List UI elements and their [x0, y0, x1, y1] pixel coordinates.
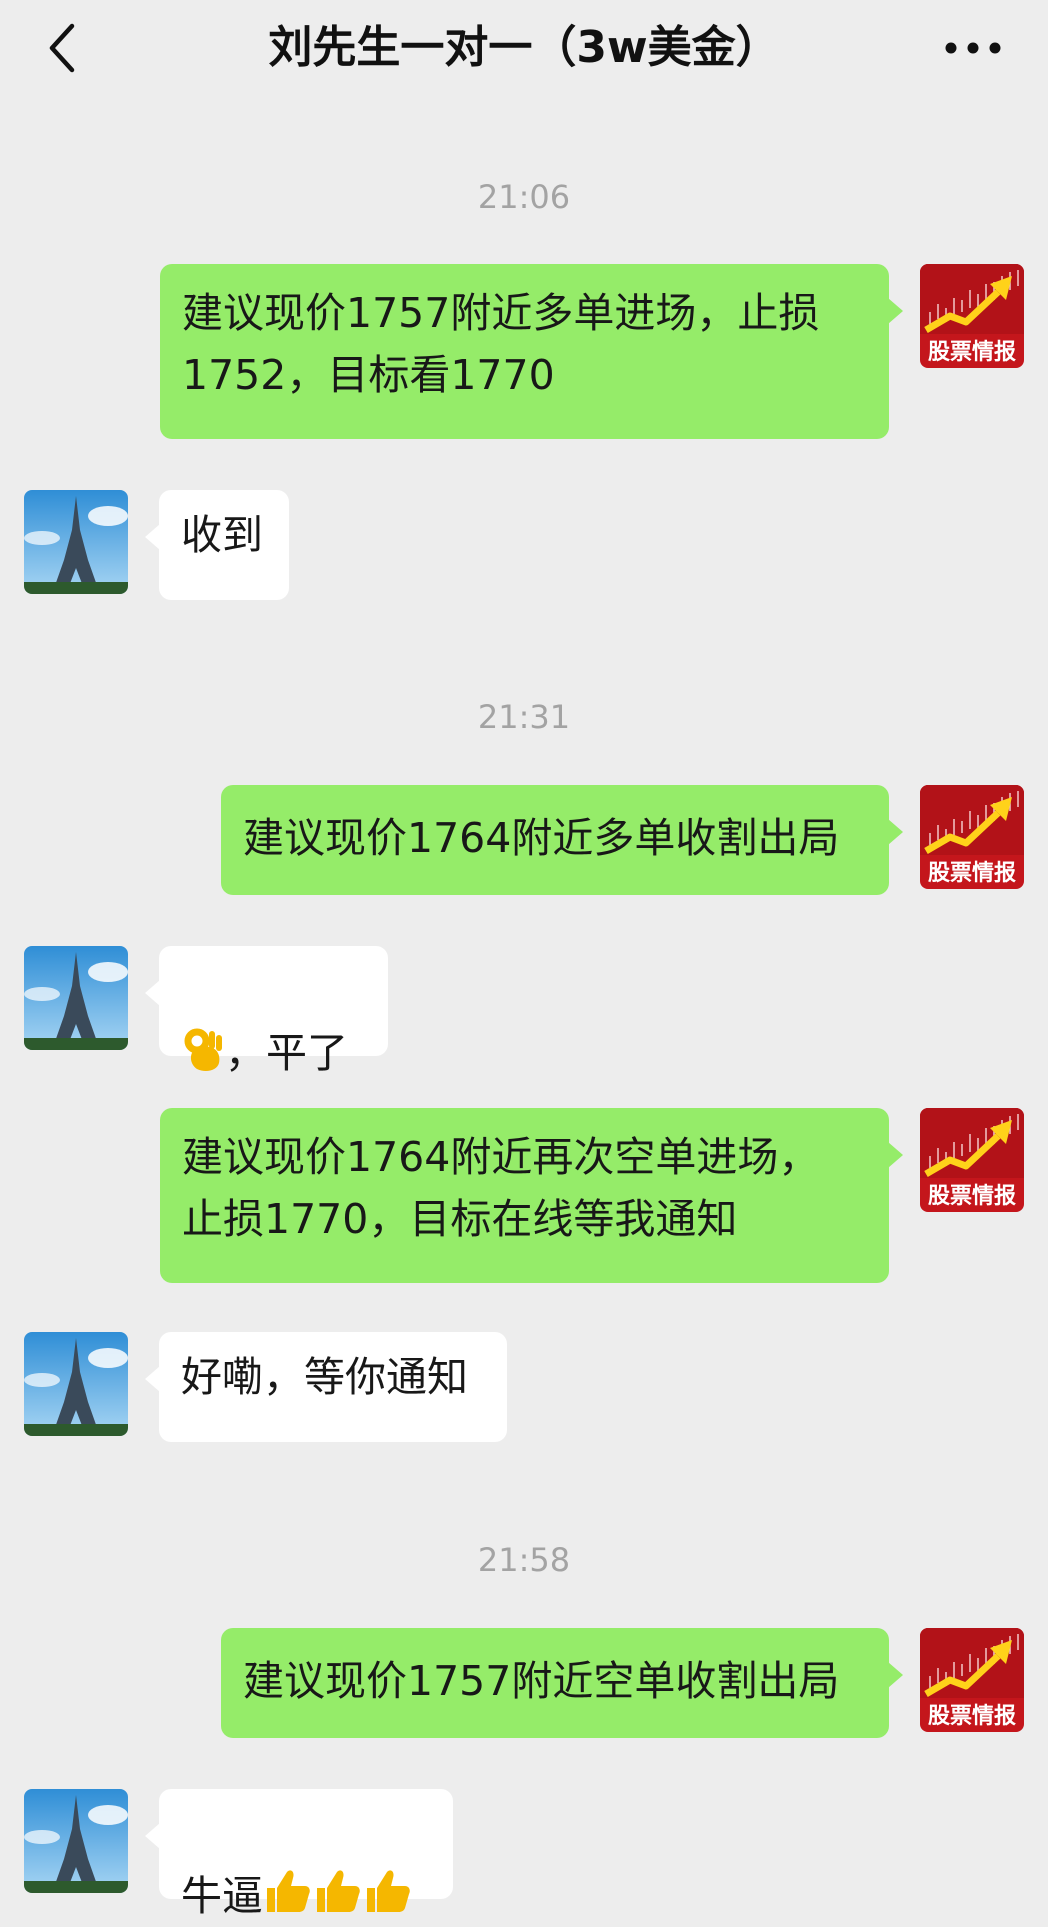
- message-bubble-outgoing[interactable]: 建议现价1757附近空单收割出局: [221, 1628, 903, 1738]
- svg-text:股票情报: 股票情报: [928, 1183, 1016, 1209]
- message-bubble-outgoing[interactable]: 建议现价1764附近多单收割出局: [221, 785, 903, 895]
- svg-text:股票情报: 股票情报: [928, 1703, 1016, 1729]
- message-bubble-incoming[interactable]: 好嘞，等你通知: [145, 1332, 507, 1442]
- stock-chart-avatar[interactable]: 股票情报: [920, 785, 1024, 889]
- eiffel-tower-avatar[interactable]: [24, 490, 128, 594]
- svg-text:股票情报: 股票情报: [928, 860, 1016, 886]
- message-bubble-outgoing[interactable]: 建议现价1757附近多单进场，止损 1752，目标看1770: [160, 264, 903, 439]
- eiffel-tower-avatar[interactable]: [24, 1789, 128, 1893]
- timestamp: 21:58: [477, 1541, 571, 1579]
- message-bubble-outgoing[interactable]: 建议现价1764附近再次空单进场， 止损1770，目标在线等我通知: [160, 1108, 903, 1283]
- more-dots-icon: [945, 42, 1001, 54]
- timestamp: 21:06: [477, 178, 571, 216]
- chat-title: 刘先生一对一（3w美金）: [268, 22, 780, 73]
- message-bubble-incoming[interactable]: ，平了: [145, 946, 388, 1077]
- svg-text:股票情报: 股票情报: [928, 339, 1016, 365]
- message-bubble-incoming[interactable]: 牛逼: [145, 1789, 453, 1920]
- timestamp: 21:31: [477, 698, 571, 736]
- eiffel-tower-avatar[interactable]: [24, 1332, 128, 1436]
- chat-header: 刘先生一对一（3w美金）: [0, 0, 1048, 108]
- ok-hand-emoji: [184, 1028, 222, 1071]
- stock-chart-avatar[interactable]: 股票情报: [920, 264, 1024, 368]
- more-button[interactable]: [942, 30, 1004, 66]
- eiffel-tower-avatar[interactable]: [24, 946, 128, 1050]
- stock-chart-avatar[interactable]: 股票情报: [920, 1108, 1024, 1212]
- message-bubble-incoming[interactable]: 收到: [145, 490, 289, 600]
- stock-chart-avatar[interactable]: 股票情报: [920, 1628, 1024, 1732]
- thumbs-up-emoji: [267, 1870, 410, 1912]
- message-text: ，平了: [225, 1029, 348, 1077]
- message-text: 牛逼: [181, 1872, 263, 1920]
